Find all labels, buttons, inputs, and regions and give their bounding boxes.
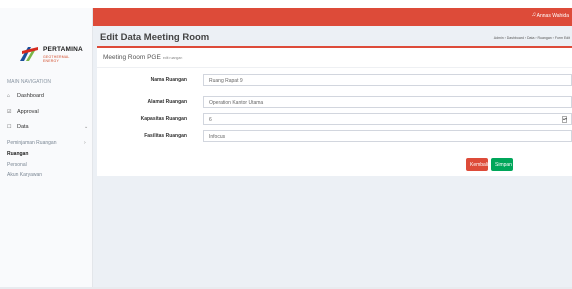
label-nama-ruangan: Nama Ruangan xyxy=(150,77,187,83)
card-title-text: Meeting Room PGE xyxy=(103,54,161,61)
kapasitas-ruangan-input[interactable]: 6 ▴▾ xyxy=(203,113,572,125)
bell-icon[interactable]: ♫ xyxy=(532,12,537,18)
sidebar-item-dashboard[interactable]: ⌂ Dashboard xyxy=(7,93,44,99)
pertamina-logo-icon xyxy=(20,47,38,61)
form-card: Meeting Room PGE edit ruangan Nama Ruanga… xyxy=(97,46,572,176)
back-button[interactable]: Kembali xyxy=(466,158,488,171)
sidebar-sub-personal[interactable]: Personal xyxy=(7,162,27,168)
sidebar-sub-ruangan[interactable]: Ruangan xyxy=(7,151,28,157)
card-title: Meeting Room PGE edit ruangan xyxy=(103,54,182,61)
breadcrumb: Admin › Dashboard › Data › Ruangan › For… xyxy=(493,36,570,40)
nama-ruangan-input[interactable]: Ruang Rapat 9 xyxy=(203,74,572,86)
save-button[interactable]: Simpan xyxy=(491,158,513,171)
alamat-ruangan-input[interactable]: Operation Kantor Utama xyxy=(203,96,572,108)
label-kapasitas-ruangan: Kapasitas Ruangan xyxy=(140,116,187,122)
brand-subtitle: GEOTHERMAL ENERGY xyxy=(43,55,70,63)
sidebar-item-label: Approval xyxy=(17,109,39,115)
spinner-icon[interactable]: ▴▾ xyxy=(562,116,567,123)
label-fasilitas-ruangan: Fasilitas Ruangan xyxy=(144,133,187,139)
sidebar-sub-peminjaman[interactable]: Peminjaman Ruangan xyxy=(7,140,56,146)
fasilitas-ruangan-input[interactable]: Infocus xyxy=(203,130,572,142)
home-icon: ⌂ xyxy=(7,93,11,99)
list-icon: ☐ xyxy=(7,124,12,130)
page-title: Edit Data Meeting Room xyxy=(100,32,210,43)
divider xyxy=(97,67,572,68)
sidebar-item-label: Data xyxy=(17,124,29,130)
brand-logo: PERTAMINA GEOTHERMAL ENERGY xyxy=(18,43,83,65)
brand-name: PERTAMINA xyxy=(43,46,83,53)
nav-header: MAIN NAVIGATION xyxy=(7,79,51,85)
check-icon: ☑ xyxy=(7,109,12,115)
kapasitas-value: 6 xyxy=(209,117,212,123)
card-title-small: edit ruangan xyxy=(162,56,183,60)
label-alamat-ruangan: Alamat Ruangan xyxy=(147,99,187,105)
top-strip xyxy=(0,0,572,8)
sidebar-item-label: Dashboard xyxy=(17,93,44,99)
sidebar-sub-akun[interactable]: Akun Karyawan xyxy=(7,172,42,178)
top-navbar: ♫ Annas Wahida xyxy=(93,8,572,26)
sidebar-item-approval[interactable]: ☑ Approval xyxy=(7,109,39,115)
sidebar-item-data[interactable]: ☐ Data xyxy=(7,124,89,130)
user-menu[interactable]: Annas Wahida xyxy=(537,13,569,19)
